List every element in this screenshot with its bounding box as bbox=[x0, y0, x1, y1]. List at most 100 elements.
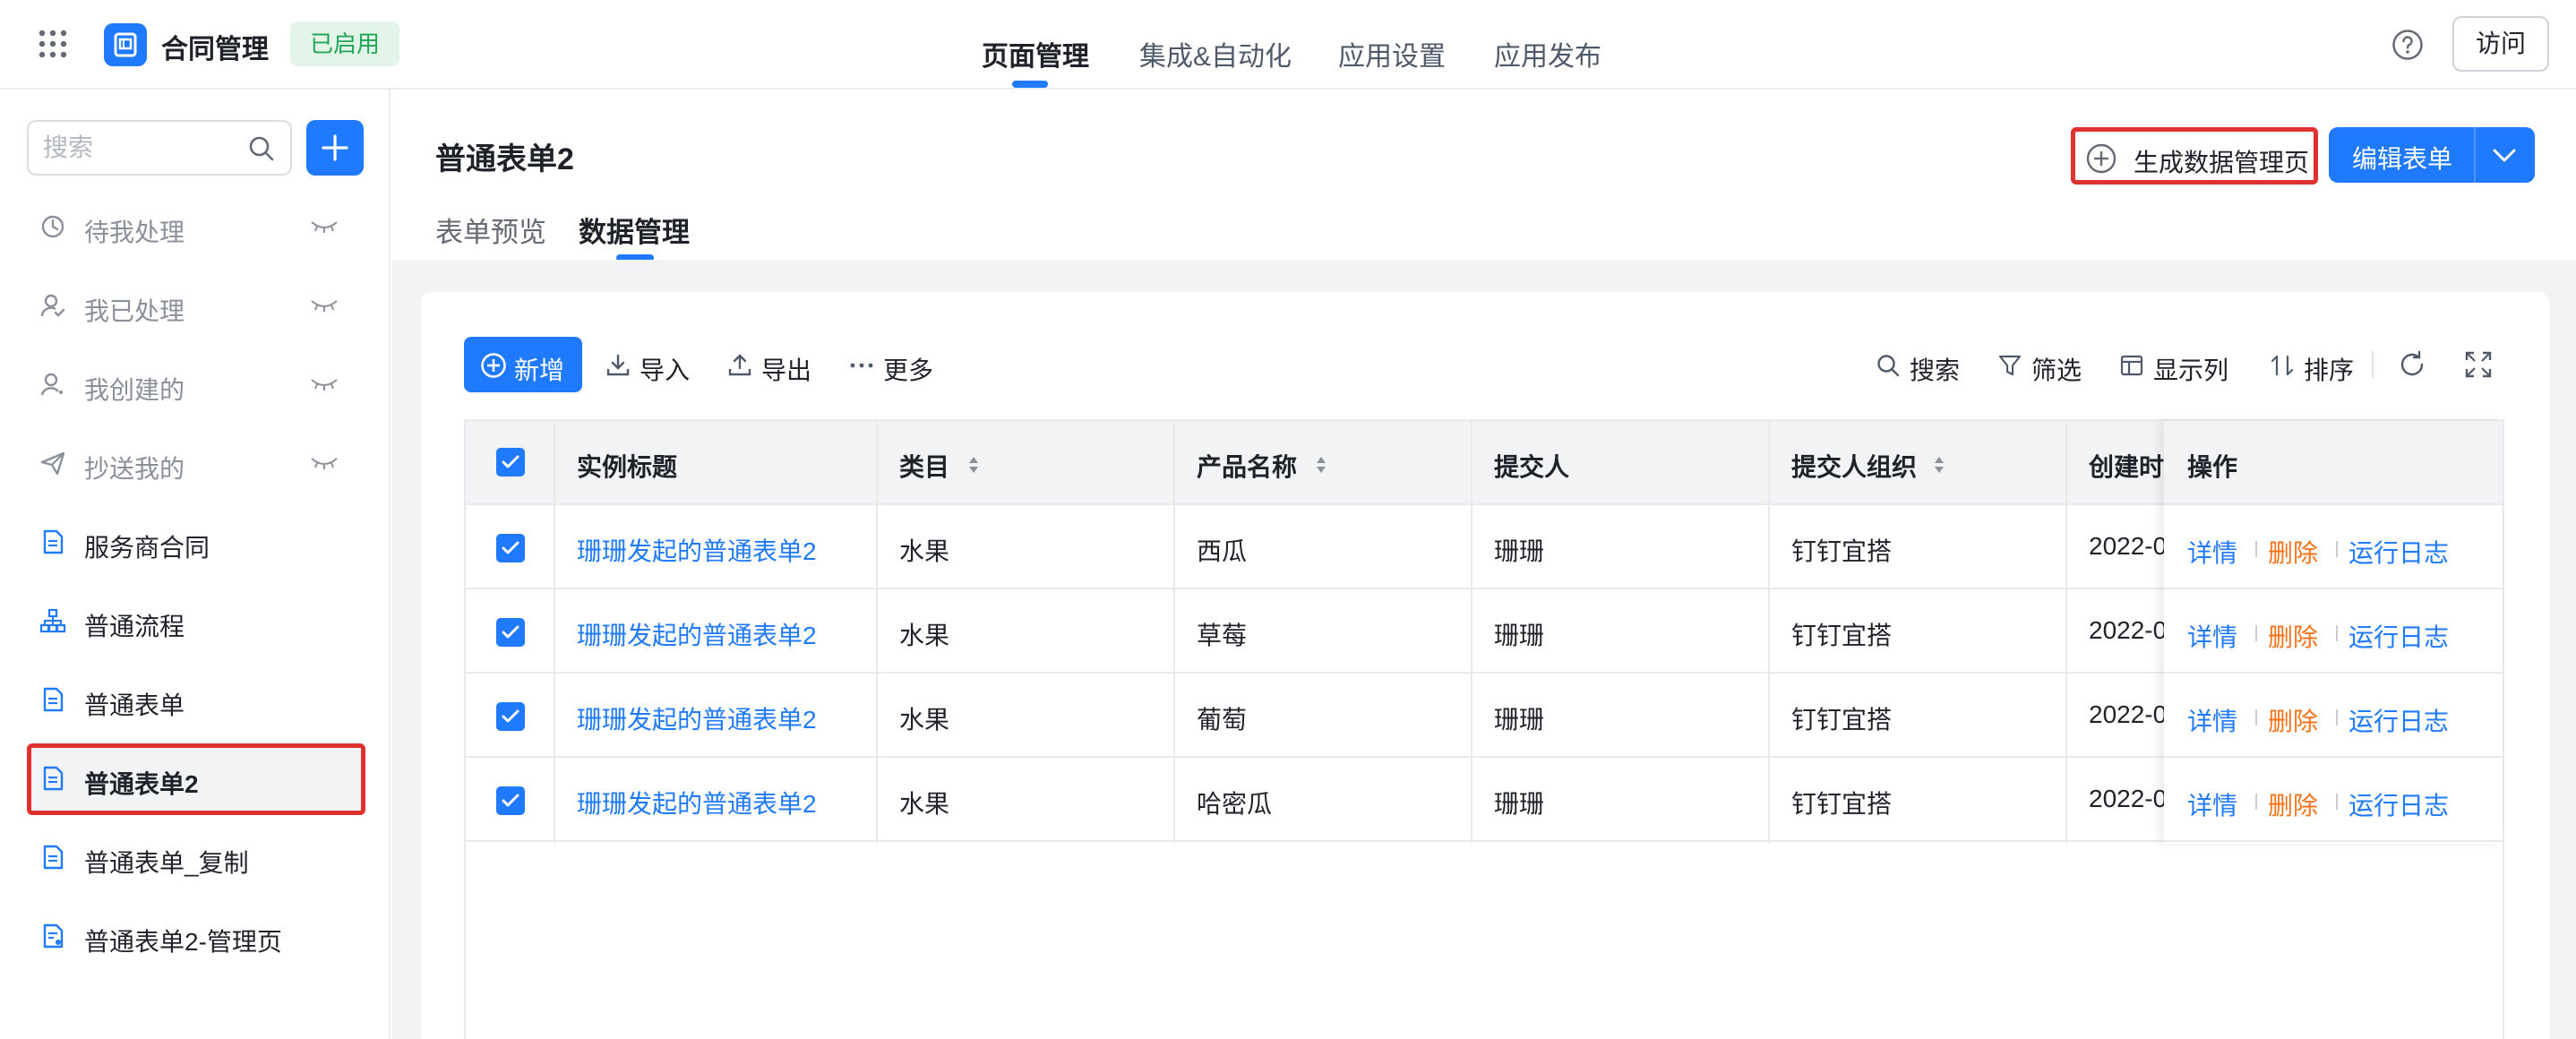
table-search-button[interactable]: 搜索 bbox=[1876, 337, 1960, 392]
sidebar-item-label: 待我处理 bbox=[84, 219, 185, 246]
form-icon bbox=[43, 766, 64, 791]
row-checkbox[interactable] bbox=[496, 534, 525, 562]
plus-icon bbox=[322, 134, 348, 161]
sidebar-item-label: 抄送我的 bbox=[84, 455, 185, 483]
operations-row: 详情 删除 运行日志 bbox=[2164, 505, 2503, 589]
select-all-checkbox[interactable] bbox=[496, 448, 525, 477]
sidebar-item-pending[interactable]: 待我处理 bbox=[27, 195, 364, 260]
eye-closed-icon[interactable] bbox=[310, 376, 339, 392]
delete-link[interactable]: 删除 bbox=[2268, 702, 2318, 738]
sidebar-item-label: 我创建的 bbox=[84, 376, 185, 404]
eye-closed-icon[interactable] bbox=[310, 455, 339, 471]
row-checkbox[interactable] bbox=[496, 786, 525, 815]
instance-title-link[interactable]: 珊珊发起的普通表单2 bbox=[577, 532, 817, 568]
instance-title-link[interactable]: 珊珊发起的普通表单2 bbox=[577, 700, 817, 736]
op-divider bbox=[2255, 709, 2257, 726]
clock-icon bbox=[41, 215, 64, 238]
sort-button[interactable]: 排序 bbox=[2270, 337, 2354, 392]
detail-link[interactable]: 详情 bbox=[2187, 534, 2237, 570]
sidebar-item-created-by-me[interactable]: 我创建的 bbox=[27, 353, 364, 417]
filter-button[interactable]: 筛选 bbox=[1997, 337, 2082, 392]
sidebar-item-normal-form[interactable]: 普通表单 bbox=[27, 668, 364, 733]
delete-link[interactable]: 删除 bbox=[2268, 786, 2318, 822]
run-log-link[interactable]: 运行日志 bbox=[2348, 534, 2449, 570]
help-icon[interactable] bbox=[2391, 29, 2424, 61]
edit-form-button[interactable]: 编辑表单 bbox=[2329, 127, 2535, 183]
more-button[interactable]: 更多 bbox=[849, 337, 939, 392]
columns-button[interactable]: 显示列 bbox=[2119, 337, 2232, 392]
eye-closed-icon[interactable] bbox=[310, 297, 339, 313]
new-record-button[interactable]: 新增 bbox=[464, 337, 582, 392]
sidebar-search[interactable] bbox=[27, 120, 292, 176]
import-button[interactable]: 导入 bbox=[605, 337, 690, 392]
column-header-submitter-org[interactable]: 提交人组织 bbox=[1791, 448, 1917, 484]
table-search-label: 搜索 bbox=[1910, 356, 1961, 384]
sidebar-item-processed[interactable]: 我已处理 bbox=[27, 274, 364, 339]
column-header-submitter: 提交人 bbox=[1494, 453, 1570, 481]
sort-arrows-icon[interactable] bbox=[967, 455, 980, 475]
split-divider bbox=[2474, 127, 2476, 183]
search-icon[interactable] bbox=[247, 134, 276, 163]
eye-closed-icon[interactable] bbox=[310, 219, 339, 235]
run-log-link[interactable]: 运行日志 bbox=[2348, 786, 2449, 822]
page-title: 普通表单2 bbox=[435, 142, 574, 176]
refresh-icon[interactable] bbox=[2397, 349, 2427, 380]
topnav-integration-automation[interactable]: 集成&自动化 bbox=[1139, 34, 1292, 73]
fullscreen-icon[interactable] bbox=[2463, 349, 2494, 380]
sort-icon bbox=[2271, 355, 2294, 376]
sort-arrows-icon[interactable] bbox=[1315, 455, 1327, 475]
sidebar-item-label: 普通表单2 bbox=[84, 770, 199, 798]
status-badge: 已启用 bbox=[290, 21, 400, 66]
sidebar-item-normal-form-2[interactable]: 普通表单2 bbox=[27, 747, 364, 811]
manage-page-icon bbox=[43, 923, 64, 949]
check-icon bbox=[502, 455, 519, 468]
more-label: 更多 bbox=[883, 356, 934, 384]
visit-button[interactable]: 访问 bbox=[2452, 16, 2549, 72]
chevron-down-icon[interactable] bbox=[2492, 145, 2517, 165]
submitter-org-cell: 钉钉宜搭 bbox=[1791, 622, 1893, 649]
sidebar-item-service-contract[interactable]: 服务商合同 bbox=[27, 511, 364, 575]
sidebar-item-normal-flow[interactable]: 普通流程 bbox=[27, 589, 364, 654]
form-icon bbox=[43, 529, 64, 554]
detail-link[interactable]: 详情 bbox=[2187, 786, 2237, 822]
topnav-app-publish[interactable]: 应用发布 bbox=[1494, 34, 1601, 73]
op-divider bbox=[2336, 709, 2338, 726]
sidebar-item-label: 服务商合同 bbox=[84, 534, 210, 562]
column-header-category[interactable]: 类目 bbox=[899, 448, 949, 484]
row-checkbox[interactable] bbox=[496, 702, 525, 731]
sort-arrows-icon[interactable] bbox=[1933, 455, 1945, 475]
sidebar-search-input[interactable] bbox=[43, 131, 240, 165]
plus-circle-icon bbox=[481, 353, 506, 378]
product-cell: 哈密瓜 bbox=[1197, 790, 1273, 818]
topnav-app-settings[interactable]: 应用设置 bbox=[1338, 34, 1446, 73]
submitter-org-cell: 钉钉宜搭 bbox=[1791, 537, 1893, 565]
user-icon bbox=[40, 373, 63, 396]
export-button[interactable]: 导出 bbox=[727, 337, 811, 392]
add-page-button[interactable] bbox=[306, 120, 364, 176]
run-log-link[interactable]: 运行日志 bbox=[2348, 618, 2449, 654]
tab-data-management[interactable]: 数据管理 bbox=[579, 210, 690, 250]
tab-form-preview[interactable]: 表单预览 bbox=[435, 210, 546, 250]
instance-title-link[interactable]: 珊珊发起的普通表单2 bbox=[577, 616, 817, 652]
category-cell: 水果 bbox=[899, 537, 950, 565]
product-cell: 草莓 bbox=[1197, 622, 1248, 649]
delete-link[interactable]: 删除 bbox=[2268, 618, 2318, 654]
column-header-operations: 操作 bbox=[2187, 453, 2238, 481]
detail-link[interactable]: 详情 bbox=[2187, 618, 2237, 654]
submitter-cell: 珊珊 bbox=[1494, 790, 1545, 818]
row-checkbox[interactable] bbox=[496, 618, 525, 647]
run-log-link[interactable]: 运行日志 bbox=[2348, 702, 2449, 738]
top-bar: 合同管理 已启用 页面管理 集成&自动化 应用设置 应用发布 访问 bbox=[0, 0, 2576, 90]
sidebar-item-cc-to-me[interactable]: 抄送我的 bbox=[27, 432, 364, 496]
sidebar-item-normal-form-2-manage[interactable]: 普通表单2-管理页 bbox=[27, 905, 364, 969]
sidebar-item-normal-form-copy[interactable]: 普通表单_复制 bbox=[27, 826, 364, 890]
instance-title-link[interactable]: 珊珊发起的普通表单2 bbox=[577, 785, 817, 820]
app-grid-icon[interactable] bbox=[38, 29, 68, 59]
generate-data-page-button[interactable]: 生成数据管理页 bbox=[2073, 129, 2316, 185]
export-label: 导出 bbox=[761, 356, 812, 384]
detail-link[interactable]: 详情 bbox=[2187, 702, 2237, 738]
topnav-page-management[interactable]: 页面管理 bbox=[982, 34, 1089, 73]
search-icon bbox=[1877, 355, 1900, 377]
delete-link[interactable]: 删除 bbox=[2268, 534, 2318, 570]
column-header-product[interactable]: 产品名称 bbox=[1197, 448, 1297, 484]
